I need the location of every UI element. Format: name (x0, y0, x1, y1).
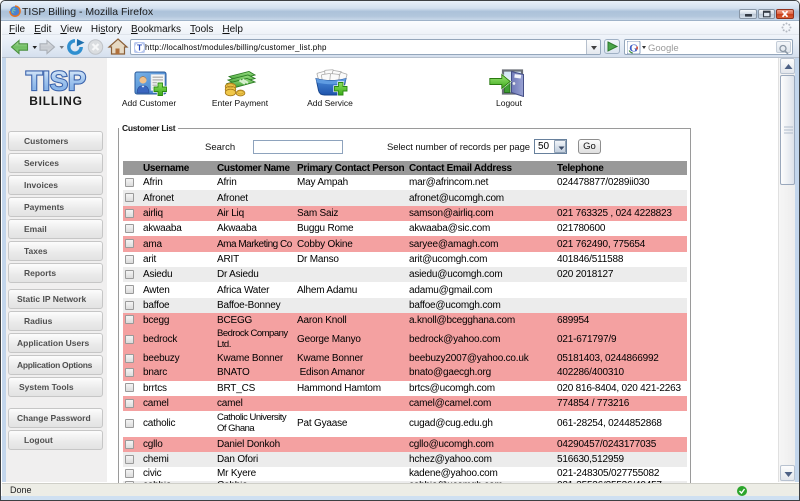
svg-text:BILLING: BILLING (29, 94, 83, 106)
svg-text:TISP: TISP (26, 66, 86, 96)
svg-text:T: T (137, 43, 142, 52)
